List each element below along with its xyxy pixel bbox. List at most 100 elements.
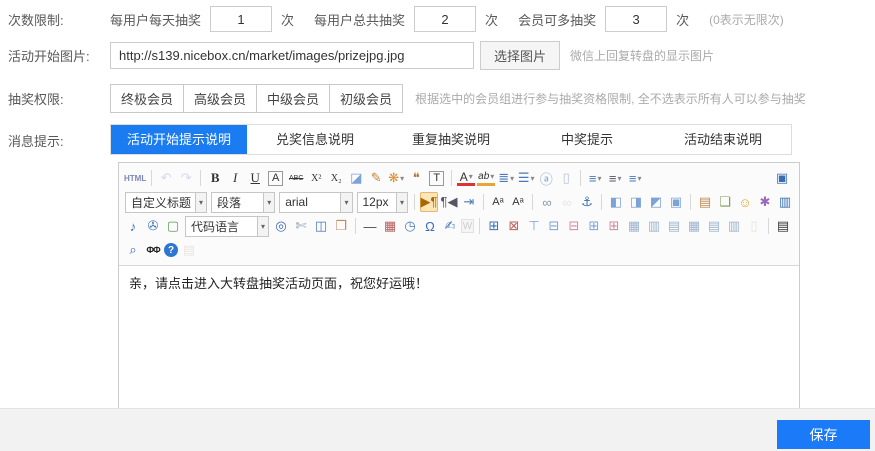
paste-text-icon[interactable]: T <box>429 171 444 186</box>
image-right-icon[interactable]: ◩ <box>647 192 665 212</box>
dropdown-arrow-icon[interactable]: ▾ <box>257 217 268 236</box>
indent-icon[interactable]: ⇥ <box>460 192 478 212</box>
print-icon[interactable]: ▤ <box>774 216 792 236</box>
find-replace-icon[interactable]: ФФ <box>144 240 162 260</box>
image-center-icon[interactable]: ▣ <box>667 192 685 212</box>
text-align-icon[interactable]: ≡▾ <box>606 168 624 188</box>
split-row-icon[interactable]: ▤ <box>705 216 723 236</box>
video-icon[interactable]: ▥ <box>776 192 794 212</box>
limit-count-input[interactable] <box>605 6 667 32</box>
music-icon[interactable]: ♪ <box>124 216 142 236</box>
highlight-color-icon[interactable]: ab▾ <box>477 170 495 186</box>
dropdown-arrow-icon[interactable]: ▾ <box>195 193 206 212</box>
editor-content[interactable]: 亲，请点击进入大转盘抽奖活动页面，祝您好运哦！ <box>119 266 799 413</box>
eraser-icon[interactable]: ◪ <box>347 168 365 188</box>
message-tab[interactable]: 重复抽奖说明 <box>383 125 519 154</box>
save-button[interactable]: 保存 <box>777 420 870 449</box>
member-group-button[interactable]: 终极会员 <box>110 84 184 113</box>
insert-col-icon[interactable]: ⊞ <box>585 216 603 236</box>
insert-table-icon[interactable]: ⊞ <box>485 216 503 236</box>
delete-table-icon[interactable]: ⊠ <box>505 216 523 236</box>
message-tab[interactable]: 中奖提示 <box>519 125 655 154</box>
merge-down-icon[interactable]: ▤ <box>665 216 683 236</box>
split-cells-icon[interactable]: ▦ <box>685 216 703 236</box>
strikethrough-icon[interactable]: ABC <box>287 168 305 188</box>
dropdown-arrow-icon[interactable]: ▾ <box>340 193 351 212</box>
image-left-icon[interactable]: ◧ <box>607 192 625 212</box>
indent-align-icon[interactable]: ≡▾ <box>586 168 604 188</box>
split-col-icon[interactable]: ▥ <box>725 216 743 236</box>
ordered-list-icon[interactable]: ≣▾ <box>497 168 515 188</box>
delete-col-icon[interactable]: ⊞ <box>605 216 623 236</box>
subscript-icon[interactable]: X₂ <box>327 168 345 188</box>
pagebreak-icon[interactable]: ✄ <box>292 216 310 236</box>
start-image-url-input[interactable] <box>110 42 474 69</box>
message-tab[interactable]: 活动开始提示说明 <box>111 125 247 154</box>
superscript-icon[interactable]: X² <box>307 168 325 188</box>
delete-row-icon[interactable]: ⊟ <box>565 216 583 236</box>
new-document-icon[interactable]: ▯ <box>557 168 575 188</box>
auto-typeset-icon[interactable]: ❋▾ <box>387 168 405 188</box>
snapshot-icon[interactable]: ❐ <box>332 216 350 236</box>
merge-right-icon[interactable]: ▥ <box>645 216 663 236</box>
font-border-icon[interactable]: A <box>268 171 283 186</box>
unlink-icon[interactable]: ∞ <box>558 192 576 212</box>
merge-cells-icon[interactable]: ▦ <box>625 216 643 236</box>
insert-row-icon[interactable]: ⊟ <box>545 216 563 236</box>
format-painter-icon[interactable]: ✎ <box>367 168 385 188</box>
uppercase-icon[interactable]: Aᵃ <box>489 192 507 212</box>
message-tab[interactable]: 兑奖信息说明 <box>247 125 383 154</box>
table-title-icon[interactable]: ⊤ <box>525 216 543 236</box>
unordered-list-icon[interactable]: ☰▾ <box>517 168 535 188</box>
line-height-icon[interactable]: ≡▾ <box>626 168 644 188</box>
font-family-select[interactable]: arial▾ <box>279 192 352 213</box>
html-source-icon[interactable]: HTML <box>124 168 146 188</box>
font-color-icon[interactable]: A▾ <box>457 170 475 186</box>
attachment-icon[interactable]: ✇ <box>144 216 162 236</box>
code-language-select[interactable]: 代码语言▾ <box>185 216 269 237</box>
bold-icon[interactable]: B <box>206 168 224 188</box>
anchor-icon[interactable]: ⚓ <box>578 192 596 212</box>
blockquote-icon[interactable]: ❝ <box>407 168 425 188</box>
dropdown-arrow-icon[interactable]: ▾ <box>396 193 407 212</box>
member-group-button[interactable]: 高级会员 <box>183 84 257 113</box>
member-group-button[interactable]: 中级会员 <box>256 84 330 113</box>
insert-image-icon[interactable]: ▤ <box>696 192 714 212</box>
flash-icon[interactable]: ◎ <box>272 216 290 236</box>
custom-title-select[interactable]: 自定义标题▾ <box>125 192 207 213</box>
rtl-paragraph-icon[interactable]: ¶◀ <box>440 192 458 212</box>
clock-icon[interactable]: ◷ <box>401 216 419 236</box>
preview-icon[interactable]: ⌕ <box>124 240 142 260</box>
anchor-a-icon[interactable]: ⓐ <box>537 168 555 188</box>
iframe-icon[interactable]: ◫ <box>312 216 330 236</box>
message-tab[interactable]: 活动结束说明 <box>655 125 791 154</box>
ltr-paragraph-icon[interactable]: ▶¶ <box>420 192 438 212</box>
dropdown-arrow-icon[interactable]: ▾ <box>263 193 274 212</box>
scrawl-icon[interactable]: ✱ <box>756 192 774 212</box>
lowercase-icon[interactable]: Aᵃ <box>509 192 527 212</box>
underline-icon[interactable]: U <box>246 168 264 188</box>
limit-count-input[interactable] <box>414 6 476 32</box>
link-icon[interactable]: ∞ <box>538 192 556 212</box>
font-size-select[interactable]: 12px▾ <box>357 192 409 213</box>
calendar-icon[interactable]: ▦ <box>381 216 399 236</box>
member-group-button[interactable]: 初级会员 <box>329 84 403 113</box>
omega-icon[interactable]: Ω <box>421 216 439 236</box>
word-import-icon[interactable]: W <box>461 219 474 233</box>
limit-count-input[interactable] <box>210 6 272 32</box>
horizontal-rule-icon[interactable]: — <box>361 216 379 236</box>
paragraph-select[interactable]: 段落▾ <box>211 192 275 213</box>
paste-icon[interactable]: ▤ <box>180 240 198 260</box>
image-album-icon[interactable]: ❏ <box>716 192 734 212</box>
choose-image-button[interactable]: 选择图片 <box>480 41 560 70</box>
image-inline-icon[interactable]: ◨ <box>627 192 645 212</box>
italic-icon[interactable]: I <box>226 168 244 188</box>
emoticon-icon[interactable]: ☺ <box>736 192 754 212</box>
redo-icon[interactable]: ↷ <box>177 168 195 188</box>
doc-template-icon[interactable]: ▯ <box>745 216 763 236</box>
quick-doc-icon[interactable]: ✍ <box>441 216 459 236</box>
undo-icon[interactable]: ↶ <box>157 168 175 188</box>
insert-code-icon[interactable]: ▢ <box>164 216 182 236</box>
fullscreen-icon[interactable]: ▣ <box>773 168 791 188</box>
help-icon[interactable]: ? <box>164 243 178 257</box>
